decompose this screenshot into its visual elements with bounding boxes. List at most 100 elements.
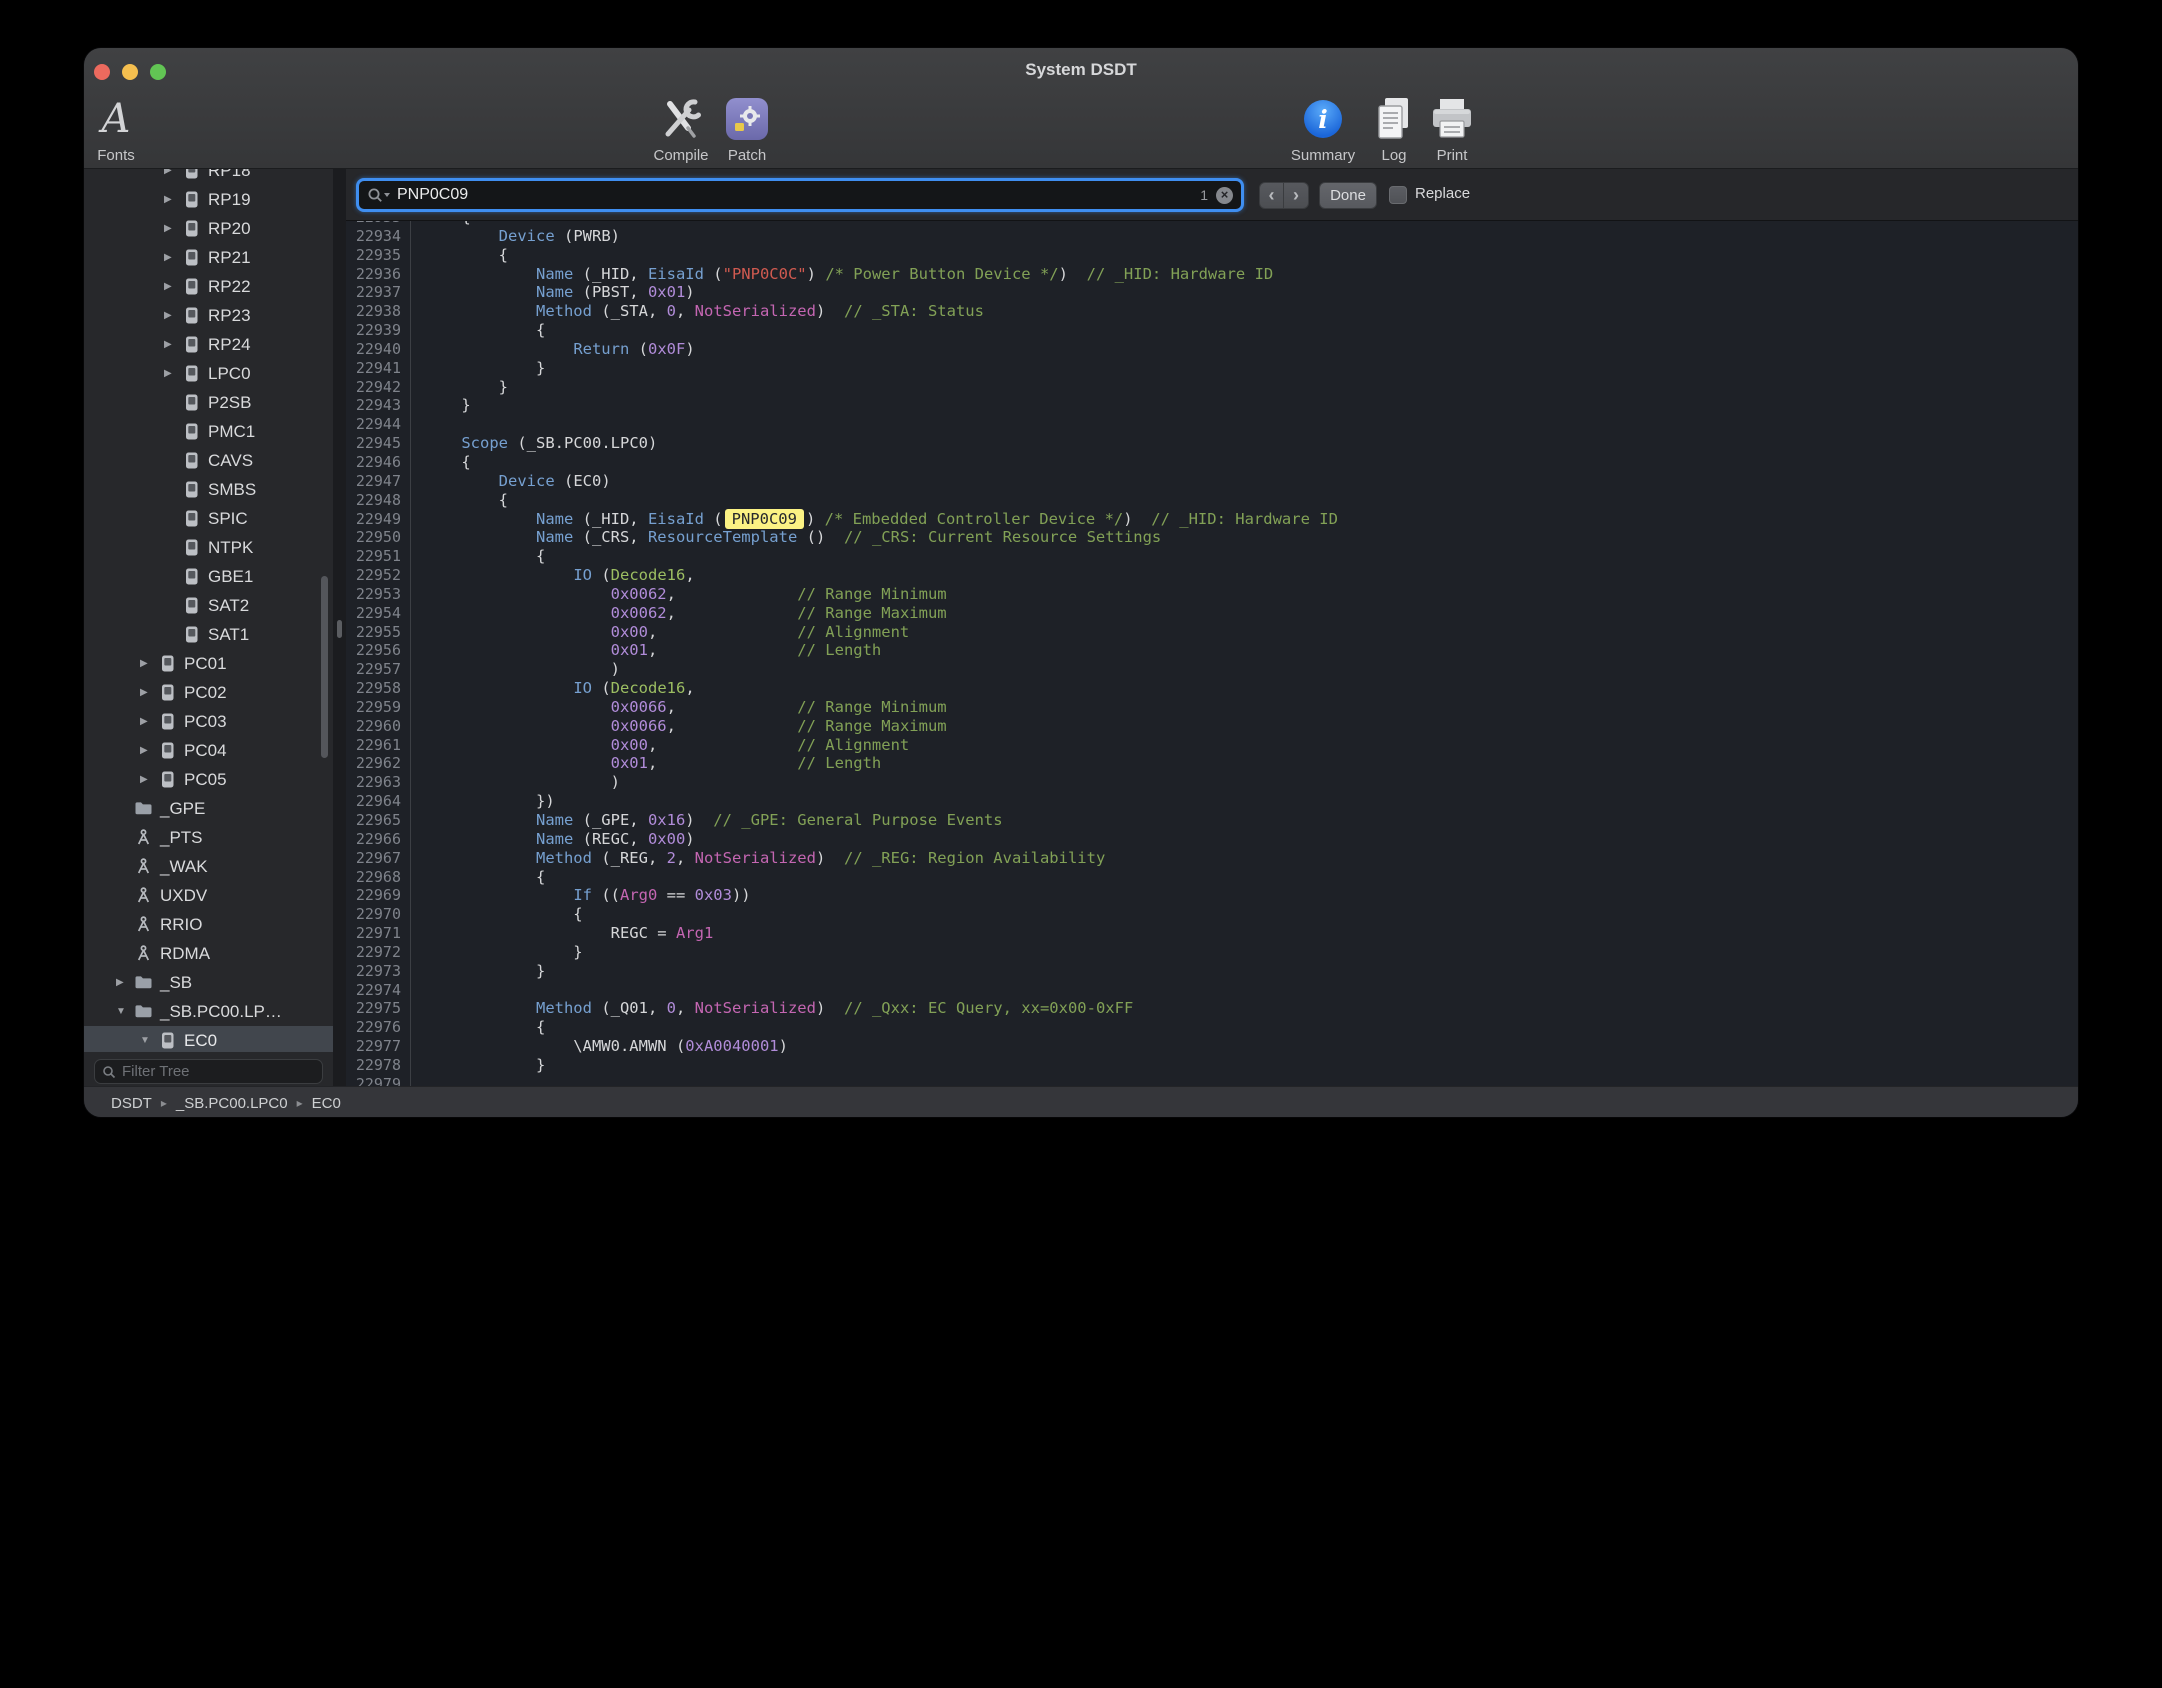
code-line: 0x00, // Alignment [424, 736, 2079, 755]
breadcrumb-separator-icon: ▸ [297, 1096, 303, 1110]
line-number: 22944 [346, 415, 401, 434]
sidebar-item-rp19[interactable]: ▶RP19 [84, 185, 333, 214]
toolbar-button-patch[interactable]: Patch [702, 92, 792, 164]
line-number: 22939 [346, 321, 401, 340]
line-number: 22948 [346, 491, 401, 510]
code-editor[interactable]: 2293322934229352293622937229382293922940… [346, 221, 2079, 1086]
sidebar-item-sat2[interactable]: SAT2 [84, 591, 333, 620]
sidebar-item-gpe[interactable]: _GPE [84, 794, 333, 823]
code-line: If ((Arg0 == 0x03)) [424, 886, 2079, 905]
search-match-highlight: PNP0C09 [725, 509, 804, 529]
disclosure-triangle-icon[interactable]: ▶ [164, 194, 181, 205]
toolbar-button-print[interactable]: Print [1407, 92, 1497, 164]
sidebar-item-label: _SB [160, 973, 192, 993]
disclosure-triangle-icon[interactable]: ▶ [164, 252, 181, 263]
device-tree-inner: ▶RP18▶RP19▶RP20▶RP21▶RP22▶RP23▶RP24▶LPC0… [84, 169, 333, 1052]
disclosure-triangle-icon[interactable]: ▶ [140, 687, 157, 698]
device-icon [181, 277, 201, 296]
method-icon [133, 857, 153, 876]
code-line: Name (_CRS, ResourceTemplate () // _CRS:… [424, 528, 2079, 547]
breadcrumb-segment: EC0 [312, 1095, 341, 1112]
sidebar-item-wak[interactable]: _WAK [84, 852, 333, 881]
sidebar-scrollbar[interactable] [321, 576, 328, 758]
code-line [424, 415, 2079, 434]
line-number: 22940 [346, 340, 401, 359]
disclosure-triangle-icon[interactable]: ▶ [140, 658, 157, 669]
sidebar-item-rp22[interactable]: ▶RP22 [84, 272, 333, 301]
toolbar-button-fonts[interactable]: A Fonts [83, 92, 161, 164]
sidebar-item-ntpk[interactable]: NTPK [84, 533, 333, 562]
sidebar-item-lpc0[interactable]: ▶LPC0 [84, 359, 333, 388]
sidebar-item-rp18[interactable]: ▶RP18 [84, 169, 333, 185]
sidebar-item-rrio[interactable]: RRIO [84, 910, 333, 939]
sidebar-item-ec0[interactable]: ▼EC0 [84, 1026, 333, 1052]
sidebar-item-pc05[interactable]: ▶PC05 [84, 765, 333, 794]
disclosure-triangle-icon[interactable]: ▶ [164, 368, 181, 379]
disclosure-triangle-icon[interactable]: ▶ [164, 310, 181, 321]
disclosure-triangle-icon[interactable]: ▶ [164, 339, 181, 350]
disclosure-triangle-icon[interactable]: ▶ [140, 745, 157, 756]
sidebar-item-pmc1[interactable]: PMC1 [84, 417, 333, 446]
disclosure-triangle-icon[interactable]: ▶ [140, 716, 157, 727]
sidebar-item-p2sb[interactable]: P2SB [84, 388, 333, 417]
device-icon [157, 654, 177, 673]
sidebar-item-pc03[interactable]: ▶PC03 [84, 707, 333, 736]
sidebar-item-rp21[interactable]: ▶RP21 [84, 243, 333, 272]
line-number: 22977 [346, 1037, 401, 1056]
toolbar-label: Fonts [83, 147, 161, 164]
device-icon [157, 683, 177, 702]
find-previous-button[interactable]: ‹ [1259, 182, 1284, 209]
sidebar-item-rp20[interactable]: ▶RP20 [84, 214, 333, 243]
clear-search-button[interactable]: × [1216, 187, 1233, 204]
search-query-text: PNP0C09 [397, 186, 1200, 204]
line-number: 22978 [346, 1056, 401, 1075]
sidebar-item-label: RP24 [208, 335, 251, 355]
code-area[interactable]: { Device (PWRB) { Name (_HID, EisaId ("P… [424, 221, 2079, 1086]
find-next-button[interactable]: › [1284, 182, 1309, 209]
disclosure-triangle-icon[interactable]: ▶ [164, 281, 181, 292]
disclosure-triangle-icon[interactable]: ▼ [140, 1035, 157, 1046]
code-line: { [424, 321, 2079, 340]
code-line: } [424, 359, 2079, 378]
sidebar-item-rdma[interactable]: RDMA [84, 939, 333, 968]
sidebar-item-uxdv[interactable]: UXDV [84, 881, 333, 910]
search-input[interactable]: PNP0C09 1 × [356, 178, 1244, 212]
code-line: 0x0066, // Range Maximum [424, 717, 2079, 736]
replace-checkbox[interactable] [1389, 186, 1407, 204]
device-icon [181, 335, 201, 354]
sidebar-item-pc04[interactable]: ▶PC04 [84, 736, 333, 765]
printer-icon [1407, 92, 1497, 146]
folder-icon [133, 799, 153, 818]
sidebar-item-rp23[interactable]: ▶RP23 [84, 301, 333, 330]
disclosure-triangle-icon[interactable]: ▶ [140, 774, 157, 785]
pane-splitter[interactable] [333, 169, 346, 1086]
line-number: 22950 [346, 528, 401, 547]
line-number: 22952 [346, 566, 401, 585]
code-line: \AMW0.AMWN (0xA0040001) [424, 1037, 2079, 1056]
sidebar-item-pc01[interactable]: ▶PC01 [84, 649, 333, 678]
sidebar-item-gbe1[interactable]: GBE1 [84, 562, 333, 591]
search-menu-icon[interactable] [367, 187, 391, 203]
done-button[interactable]: Done [1319, 182, 1377, 209]
device-icon [181, 393, 201, 412]
disclosure-triangle-icon[interactable]: ▼ [116, 1006, 133, 1017]
disclosure-triangle-icon[interactable]: ▶ [164, 169, 181, 176]
sidebar-item-sat1[interactable]: SAT1 [84, 620, 333, 649]
disclosure-triangle-icon[interactable]: ▶ [116, 977, 133, 988]
line-number: 22967 [346, 849, 401, 868]
device-icon [157, 1031, 177, 1050]
sidebar-item-sbpc00lp[interactable]: ▼_SB.PC00.LP… [84, 997, 333, 1026]
sidebar-item-pc02[interactable]: ▶PC02 [84, 678, 333, 707]
sidebar-item-pts[interactable]: _PTS [84, 823, 333, 852]
disclosure-triangle-icon[interactable]: ▶ [164, 223, 181, 234]
filter-tree-input[interactable]: Filter Tree [94, 1059, 323, 1084]
sidebar-item-cavs[interactable]: CAVS [84, 446, 333, 475]
sidebar-item-smbs[interactable]: SMBS [84, 475, 333, 504]
method-icon [133, 886, 153, 905]
line-number: 22935 [346, 246, 401, 265]
sidebar-item-sb[interactable]: ▶ _SB [84, 968, 333, 997]
sidebar-item-spic[interactable]: SPIC [84, 504, 333, 533]
device-icon [181, 219, 201, 238]
breadcrumb-separator-icon: ▸ [161, 1096, 167, 1110]
sidebar-item-rp24[interactable]: ▶ RP24 [84, 330, 333, 359]
